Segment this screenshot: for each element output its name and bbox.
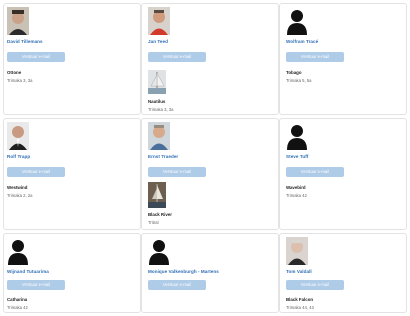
member-card: Jan Teed Verstuur e-mail Nautilus Trimak… — [141, 3, 279, 115]
boat-class: Trimaka 3, 3a — [148, 107, 174, 112]
person-silhouette-icon — [148, 237, 170, 265]
boat-class: Trimaka 3, 3a — [7, 78, 33, 83]
send-email-button[interactable]: Verstuur e-mail — [7, 280, 65, 290]
member-card: David Tillemans Verstuur e-mail Ottone T… — [3, 3, 141, 115]
boat-name: Black Falcon — [286, 297, 314, 302]
send-email-button[interactable]: Verstuur e-mail — [286, 280, 344, 290]
send-email-button[interactable]: Verstuur e-mail — [7, 167, 65, 177]
boat-class: Trimaka 2, 2a — [7, 193, 33, 198]
boat-photo — [148, 182, 166, 208]
boat-name: Westwind — [7, 185, 28, 190]
person-silhouette-icon — [286, 122, 308, 150]
member-card: Wolfram Tracé Verstuur e-mail Tobago Tri… — [279, 3, 407, 115]
send-email-button[interactable]: Verstuur e-mail — [7, 52, 65, 62]
boat-name: Wavebird — [286, 185, 306, 190]
boat-name: Nautilus — [148, 99, 166, 104]
profile-photo — [7, 7, 29, 35]
boat-name: Ottone — [7, 70, 22, 75]
person-silhouette-icon — [286, 7, 308, 35]
boat-class: Trimaka 42 — [7, 305, 28, 310]
boat-name: Catharina — [7, 297, 28, 302]
member-name-link[interactable]: Ernst Traeder — [148, 154, 178, 159]
member-name-link[interactable]: Wolfram Tracé — [286, 39, 318, 44]
member-name-link[interactable]: Wijnand Tutuarima — [7, 269, 49, 274]
send-email-button[interactable]: Verstuur e-mail — [148, 280, 206, 290]
member-name-link[interactable]: Rolf Trapp — [7, 154, 30, 159]
member-card: Ernst Traeder Verstuur e-mail Black Rive… — [141, 118, 279, 230]
boat-class: Trimaka 44, 43 — [286, 305, 314, 310]
member-name-link[interactable]: Jan Teed — [148, 39, 168, 44]
member-name-link[interactable]: Monique Valkenburgh - Martens — [148, 269, 219, 274]
send-email-button[interactable]: Verstuur e-mail — [286, 167, 344, 177]
boat-class: Trimaka 42 — [286, 193, 307, 198]
profile-photo — [148, 7, 170, 35]
member-card: Tom Valdall Verstuur e-mail Black Falcon… — [279, 233, 407, 313]
boat-photo — [148, 70, 166, 94]
profile-photo — [286, 237, 308, 265]
member-name-link[interactable]: Tom Valdall — [286, 269, 312, 274]
boat-class: Trimaka 5, 5a — [286, 78, 312, 83]
member-name-link[interactable]: Steve Tuff — [286, 154, 308, 159]
member-card: Monique Valkenburgh - Martens Verstuur e… — [141, 233, 279, 313]
boat-class: Tritral — [148, 220, 159, 225]
member-card: Rolf Trapp Verstuur e-mail Westwind Trim… — [3, 118, 141, 230]
profile-photo — [7, 122, 29, 150]
member-card: Wijnand Tutuarima Verstuur e-mail Cathar… — [3, 233, 141, 313]
profile-photo — [148, 122, 170, 150]
boat-name: Black River — [148, 212, 172, 217]
member-grid: David Tillemans Verstuur e-mail Ottone T… — [0, 0, 410, 316]
boat-name: Tobago — [286, 70, 302, 75]
send-email-button[interactable]: Verstuur e-mail — [148, 167, 206, 177]
send-email-button[interactable]: Verstuur e-mail — [148, 52, 206, 62]
member-card: Steve Tuff Verstuur e-mail Wavebird Trim… — [279, 118, 407, 230]
send-email-button[interactable]: Verstuur e-mail — [286, 52, 344, 62]
member-name-link[interactable]: David Tillemans — [7, 39, 43, 44]
person-silhouette-icon — [7, 237, 29, 265]
